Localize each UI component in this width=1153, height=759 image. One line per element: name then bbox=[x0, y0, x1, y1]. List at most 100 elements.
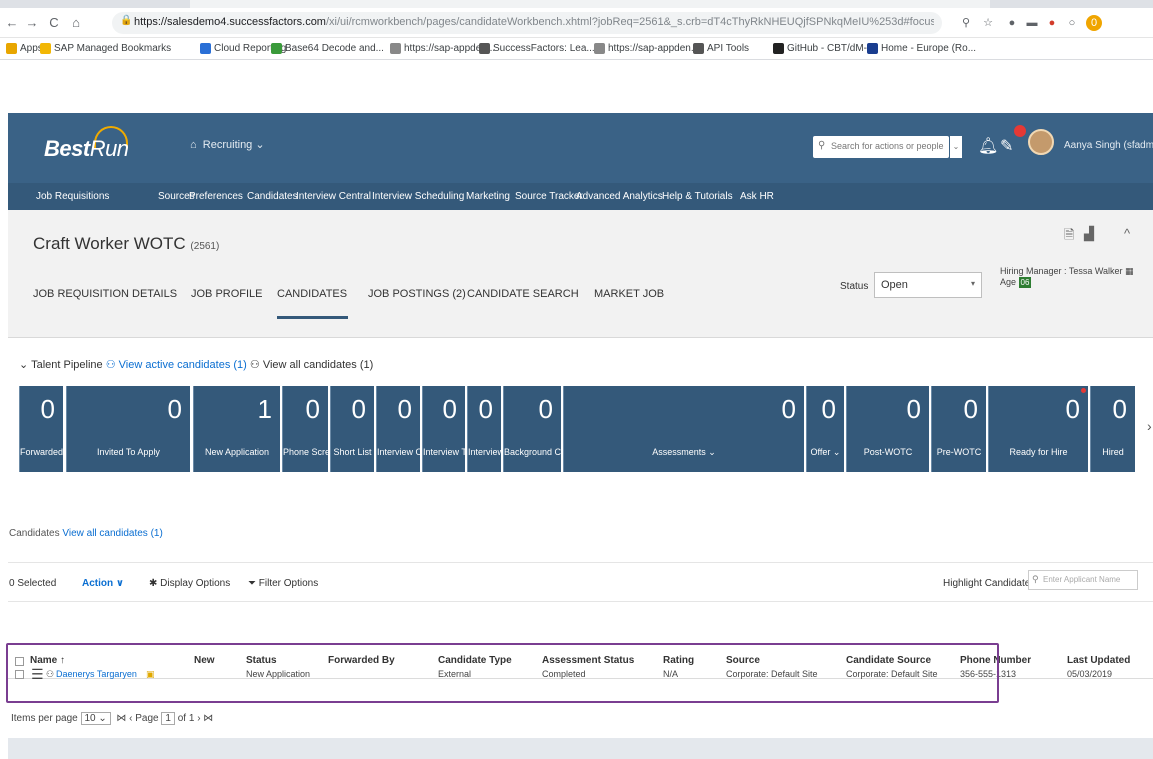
stage-count: 0 bbox=[167, 394, 182, 424]
bookmark-item[interactable]: GitHub - CBT/dM-t... bbox=[773, 42, 878, 56]
nav-item[interactable]: Source Tracker bbox=[515, 191, 583, 202]
tab-item[interactable]: MARKET JOB bbox=[594, 288, 664, 300]
extension-icon[interactable]: ● bbox=[1004, 15, 1020, 31]
status-select[interactable]: Open ▾ bbox=[874, 272, 982, 298]
search-icon: ⚲ bbox=[818, 140, 826, 151]
pipeline-stage[interactable]: 0 Invited To Apply bbox=[66, 386, 190, 472]
profile-icon[interactable]: 0 bbox=[1086, 15, 1102, 31]
bookmark-item[interactable]: Base64 Decode and... bbox=[271, 42, 384, 56]
bookmark-label: Home - Europe (Ro... bbox=[881, 43, 977, 54]
bookmark-item[interactable]: API Tools bbox=[693, 42, 749, 56]
bookmark-item[interactable]: Apps bbox=[6, 42, 43, 56]
active-tab-indicator bbox=[277, 316, 348, 319]
stage-count: 0 bbox=[781, 394, 796, 424]
collapse-icon[interactable]: ^ bbox=[1124, 226, 1130, 241]
tab-item[interactable]: JOB REQUISITION DETAILS bbox=[33, 288, 177, 300]
highlight-candidate-input[interactable]: ⚲ Enter Applicant Name bbox=[1028, 570, 1138, 590]
chart-icon[interactable]: ▟ bbox=[1084, 226, 1094, 242]
search-dropdown[interactable]: ⌄ bbox=[950, 136, 962, 158]
filter-options-button[interactable]: ⏷ Filter Options bbox=[248, 578, 318, 589]
pipeline-stage[interactable]: 1 New Application bbox=[193, 386, 280, 472]
print-icon[interactable]: 🗎 bbox=[1064, 226, 1074, 248]
bookmark-label: Base64 Decode and... bbox=[285, 43, 384, 54]
avatar[interactable] bbox=[1028, 129, 1054, 155]
address-bar[interactable]: 🔒 https://salesdemo4.successfactors.com/… bbox=[112, 12, 942, 34]
selected-count: 0 Selected bbox=[9, 578, 57, 589]
reload-icon[interactable]: C bbox=[46, 15, 62, 31]
bookmark-label: GitHub - CBT/dM-t... bbox=[787, 43, 879, 54]
action-menu[interactable]: Action ∨ bbox=[82, 578, 124, 589]
chevron-right-icon[interactable]: › bbox=[1147, 418, 1152, 434]
stage-count: 0 bbox=[442, 394, 457, 424]
nav-item[interactable]: Interview Central bbox=[296, 191, 371, 202]
bookmark-item[interactable]: SuccessFactors: Lea... bbox=[479, 42, 595, 56]
bookmark-icon bbox=[271, 43, 282, 54]
nav-item[interactable]: Advanced Analytics bbox=[576, 191, 663, 202]
nav-item[interactable]: Candidates bbox=[247, 191, 298, 202]
bookmark-label: SAP Managed Bookmarks bbox=[54, 43, 172, 54]
tab-item[interactable]: JOB PROFILE bbox=[191, 288, 263, 300]
pipeline-stage[interactable]: 0 Ready for Hire bbox=[988, 386, 1088, 472]
tab-item[interactable]: JOB POSTINGS (2) bbox=[368, 288, 466, 300]
extension-icon[interactable]: ○ bbox=[1064, 15, 1080, 31]
pipeline-stage[interactable]: 0 Forwarded bbox=[19, 386, 63, 472]
nav-item[interactable]: Help & Tutorials bbox=[662, 191, 733, 202]
filter-icon: ⏷ bbox=[248, 578, 256, 589]
tab-item[interactable]: CANDIDATE SEARCH bbox=[467, 288, 579, 300]
nav-item[interactable]: Interview Scheduling bbox=[372, 191, 464, 202]
logo[interactable]: BestRun bbox=[44, 136, 129, 162]
star-icon[interactable]: ☆ bbox=[980, 15, 996, 31]
talent-pipeline-header[interactable]: ⌄ Talent Pipeline ⚇ View active candidat… bbox=[19, 358, 373, 371]
view-active-candidates-link[interactable]: ⚇ View active candidates (1) bbox=[106, 359, 247, 371]
bookmark-item[interactable]: SAP Managed Bookmarks bbox=[40, 42, 171, 56]
home-menu[interactable]: ⌂ Recruiting ⌄ bbox=[190, 138, 265, 151]
highlight-annotation bbox=[6, 643, 999, 703]
nav-item[interactable]: Job Requisitions bbox=[36, 191, 109, 202]
pipeline-stage[interactable]: 0 Assessments ⌄ bbox=[563, 386, 804, 472]
browser-tab[interactable] bbox=[190, 0, 990, 8]
pipeline-stage[interactable]: 0 Phone Screen bbox=[282, 386, 340, 472]
page-input[interactable]: 1 bbox=[161, 712, 175, 725]
bookmark-item[interactable]: Home - Europe (Ro... bbox=[867, 42, 976, 56]
bookmark-icon bbox=[867, 43, 878, 54]
url-text: https://salesdemo4.successfactors.com/xi… bbox=[134, 16, 934, 28]
forward-icon[interactable]: → bbox=[24, 15, 40, 31]
tab-item[interactable]: CANDIDATES bbox=[277, 288, 347, 300]
per-page-select[interactable]: 10 ⌄ bbox=[80, 712, 111, 725]
user-name[interactable]: Aanya Singh (sfadmin) bbox=[1064, 140, 1153, 151]
pipeline-stage[interactable]: 0 Interview One bbox=[376, 386, 433, 472]
bookmark-item[interactable]: https://sap-appden... bbox=[594, 42, 699, 56]
bookmark-label: API Tools bbox=[707, 43, 750, 54]
view-all-candidates-link[interactable]: ⚇ View all candidates (1) bbox=[250, 359, 373, 371]
lock-icon: 🔒 bbox=[120, 15, 133, 26]
browser-tab-strip bbox=[0, 0, 1153, 8]
extension-icon[interactable]: ▬ bbox=[1024, 15, 1040, 31]
pipeline-stage[interactable]: 0 Post-WOTC bbox=[846, 386, 929, 472]
pipeline-stage[interactable]: 0 Interview Two bbox=[422, 386, 478, 472]
highlight-candidate-label: Highlight Candidate bbox=[943, 578, 1031, 589]
pipeline-stage[interactable]: 0 Offer ⌄ bbox=[806, 386, 844, 472]
extension-icon[interactable]: ● bbox=[1044, 15, 1060, 31]
pipeline-stage[interactable]: 0 Pre-WOTC bbox=[931, 386, 986, 472]
column-header[interactable]: Last Updated bbox=[1067, 655, 1130, 666]
zoom-icon[interactable]: ⚲ bbox=[958, 15, 974, 31]
nav-item[interactable]: Ask HR bbox=[740, 191, 774, 202]
bookmark-icon bbox=[390, 43, 401, 54]
pipeline-stage[interactable]: 0 Interview ⌄ bbox=[467, 386, 514, 472]
nav-item[interactable]: Marketing bbox=[466, 191, 510, 202]
pipeline-stage[interactable]: 0 Short List bbox=[330, 386, 374, 472]
notification-icon[interactable]: ✎ bbox=[1000, 136, 1013, 156]
bell-icon[interactable]: 🔔︎ bbox=[978, 136, 998, 156]
page-title: Craft Worker WOTC (2561) bbox=[33, 234, 220, 253]
stage-label: Assessments ⌄ bbox=[652, 447, 716, 457]
pipeline-stage[interactable]: 0 Hired bbox=[1090, 386, 1135, 472]
view-all-candidates-link[interactable]: View all candidates (1) bbox=[62, 528, 162, 539]
nav-item[interactable]: Preferences bbox=[189, 191, 243, 202]
display-options-button[interactable]: ✱ Display Options bbox=[149, 578, 230, 589]
home-icon[interactable]: ⌂ bbox=[68, 15, 84, 31]
back-icon[interactable]: ← bbox=[4, 15, 20, 31]
pipeline-stage[interactable]: 0 Background Check bbox=[503, 386, 580, 472]
bookmark-icon bbox=[693, 43, 704, 54]
notification-badge bbox=[1014, 125, 1026, 137]
search-input[interactable]: ⚲ Search for actions or people bbox=[813, 136, 949, 158]
